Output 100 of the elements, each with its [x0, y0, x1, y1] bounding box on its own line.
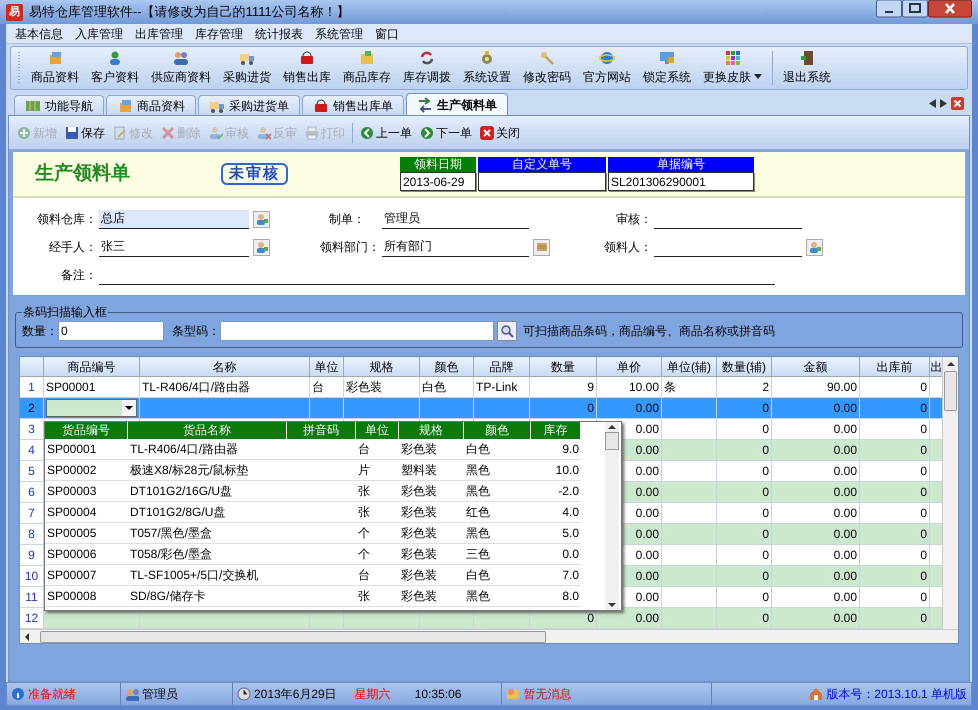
table-cell-text: 个 — [357, 546, 371, 563]
column-header[interactable]: 货品名称 — [128, 422, 287, 439]
toolbar-button[interactable]: 库存调拨 — [397, 47, 457, 89]
scroll-left-icon[interactable] — [929, 99, 936, 108]
column-header[interactable]: 单价 — [597, 357, 662, 376]
toolbar-button[interactable]: 退出系统 — [777, 47, 837, 89]
combo-box[interactable] — [46, 399, 137, 417]
menu-item[interactable]: 统计报表 — [250, 24, 308, 42]
input-field[interactable]: 2013-06-29 — [400, 172, 476, 191]
close-tab-icon[interactable] — [951, 97, 964, 110]
input-field[interactable]: SL201306290001 — [608, 172, 754, 191]
column-header[interactable]: 库存 — [531, 422, 581, 439]
minimize-button[interactable] — [876, 0, 902, 18]
scrollbar[interactable] — [605, 422, 619, 610]
toolbar-button[interactable]: 销售出库 — [277, 47, 337, 89]
column-header[interactable]: 颜色 — [464, 422, 531, 439]
status-text: 版本号：2013.10.1 单机版 — [826, 686, 967, 703]
list-item[interactable]: SP00007 TL-SF1005+/5口/交换机 台 彩色装 白色 7.0 — [45, 565, 581, 586]
field-label: 制单： — [328, 211, 366, 228]
column-header[interactable]: 单位(辅) — [662, 357, 717, 376]
table-cell-text: 张 — [357, 588, 371, 605]
table-row[interactable]: 1 SP00001 TL-R406/4口/路由器 台 彩色装 白色 TP-Link 9 10.00 条 2 90.00 0 — [20, 377, 942, 398]
scrollbar[interactable] — [20, 629, 958, 643]
menu-item[interactable]: 窗口 — [370, 24, 404, 42]
table-row[interactable]: 2 0 0.00 0 0.00 0 — [20, 398, 942, 419]
toolbar-button[interactable]: 下一单 — [416, 120, 476, 144]
scroll-thumb[interactable] — [944, 371, 957, 411]
table-cell: 0.00 — [772, 608, 860, 628]
toolbar-button[interactable]: 修改密码 — [517, 47, 577, 89]
menu-item[interactable]: 库存管理 — [190, 24, 248, 42]
list-item[interactable]: SP00004 DT101G2/8G/U盘 张 彩色装 红色 4.0 — [45, 502, 581, 523]
toolbar-button[interactable]: 官方网站 — [577, 47, 637, 89]
input-field[interactable] — [220, 321, 494, 341]
table-cell-text: DT101G2/8G/U盘 — [129, 504, 226, 521]
toolbar-button[interactable]: 采购进货 — [217, 47, 277, 89]
list-item[interactable]: SP00001 TL-R406/4口/路由器 台 彩色装 白色 9.0 — [45, 439, 581, 460]
table-cell-text: 台 — [357, 441, 371, 458]
column-header[interactable]: 数量(辅) — [717, 357, 772, 376]
toolbar-button[interactable]: 锁定系统 — [637, 47, 697, 89]
toolbar-button[interactable]: 关闭 — [476, 120, 524, 144]
toolbar-button[interactable]: 商品库存 — [337, 47, 397, 89]
lookup-button[interactable] — [253, 238, 270, 256]
input-field[interactable]: 张三 — [99, 238, 249, 256]
column-header[interactable]: 拼音码 — [287, 422, 356, 439]
table-cell-text: 塑料装 — [400, 462, 438, 479]
lookup-button[interactable] — [253, 210, 270, 228]
list-item[interactable]: SP00002 极速X8/标28元/鼠标垫 片 塑料装 黑色 10.0 — [45, 460, 581, 481]
column-header[interactable]: 货品编号 — [45, 422, 128, 439]
toolbar-button[interactable]: 系统设置 — [457, 47, 517, 89]
menu-item[interactable]: 入库管理 — [70, 24, 128, 42]
person-check-icon — [209, 126, 223, 140]
tab[interactable]: 生产领料单 — [406, 93, 508, 115]
search-button[interactable] — [497, 321, 517, 341]
pencil-icon — [113, 126, 127, 140]
column-header[interactable]: 颜色 — [420, 357, 474, 376]
column-header[interactable]: 出库前 — [860, 357, 930, 376]
table-row[interactable]: 12 0 0.00 0 0.00 0 — [20, 608, 942, 629]
column-header[interactable]: 名称 — [140, 357, 310, 376]
input-field[interactable]: 0 — [58, 321, 164, 341]
scroll-thumb[interactable] — [605, 432, 619, 450]
toolbar-button[interactable]: 保存 — [61, 120, 109, 144]
list-item[interactable]: SP00006 T058/彩色/墨盒 个 彩色装 三色 0.0 — [45, 544, 581, 565]
column-header[interactable]: 数量 — [530, 357, 597, 376]
table-cell: 0.00 — [772, 419, 860, 439]
column-header[interactable]: 金额 — [772, 357, 860, 376]
tab[interactable]: 采购进货单 — [198, 95, 300, 115]
column-header[interactable]: 品牌 — [474, 357, 530, 376]
list-item[interactable]: SP00005 T057/黑色/墨盒 个 彩色装 黑色 5.0 — [45, 523, 581, 544]
close-button[interactable] — [928, 0, 972, 18]
column-header[interactable]: 规格 — [399, 422, 464, 439]
list-item[interactable]: SP00003 DT101G2/16G/U盘 张 彩色装 黑色 -2.0 — [45, 481, 581, 502]
scrollbar[interactable] — [942, 357, 958, 629]
input-field[interactable]: 管理员 — [382, 210, 529, 228]
input-field[interactable] — [478, 172, 606, 191]
column-header[interactable]: 规格 — [344, 357, 420, 376]
lookup-button[interactable] — [533, 238, 550, 256]
menu-item[interactable]: 系统管理 — [310, 24, 368, 42]
table-cell: 0 — [717, 419, 772, 439]
maximize-button[interactable] — [902, 0, 928, 18]
tab[interactable]: 销售出库单 — [302, 95, 404, 115]
toolbar-button[interactable]: 更换皮肤 — [697, 47, 768, 89]
menu-item[interactable]: 基本信息 — [10, 24, 68, 42]
column-header[interactable]: 单位 — [310, 357, 344, 376]
toolbar-button[interactable]: 商品资料 — [25, 47, 85, 89]
input-field[interactable]: 所有部门 — [382, 238, 529, 256]
menu-item[interactable]: 出库管理 — [130, 24, 188, 42]
scroll-right-icon[interactable] — [940, 99, 947, 108]
input-field[interactable]: 总店 — [99, 210, 249, 228]
toolbar-button[interactable]: 客户资料 — [85, 47, 145, 89]
lookup-button[interactable] — [806, 238, 823, 256]
tab[interactable]: 商品资料 — [106, 95, 196, 115]
list-item[interactable]: SP00008 SD/8G/储存卡 张 彩色装 黑色 8.0 — [45, 586, 581, 607]
app-logo: 易 — [6, 4, 23, 20]
column-header[interactable]: 单位 — [356, 422, 399, 439]
toolbar-button[interactable]: 上一单 — [356, 120, 416, 144]
scroll-thumb[interactable] — [40, 630, 546, 642]
column-header[interactable]: 商品编号 — [44, 357, 140, 376]
tab[interactable]: 功能导航 — [14, 95, 104, 115]
field-label: 自定义单号 — [478, 157, 606, 172]
toolbar-button[interactable]: 供应商资料 — [145, 47, 217, 89]
